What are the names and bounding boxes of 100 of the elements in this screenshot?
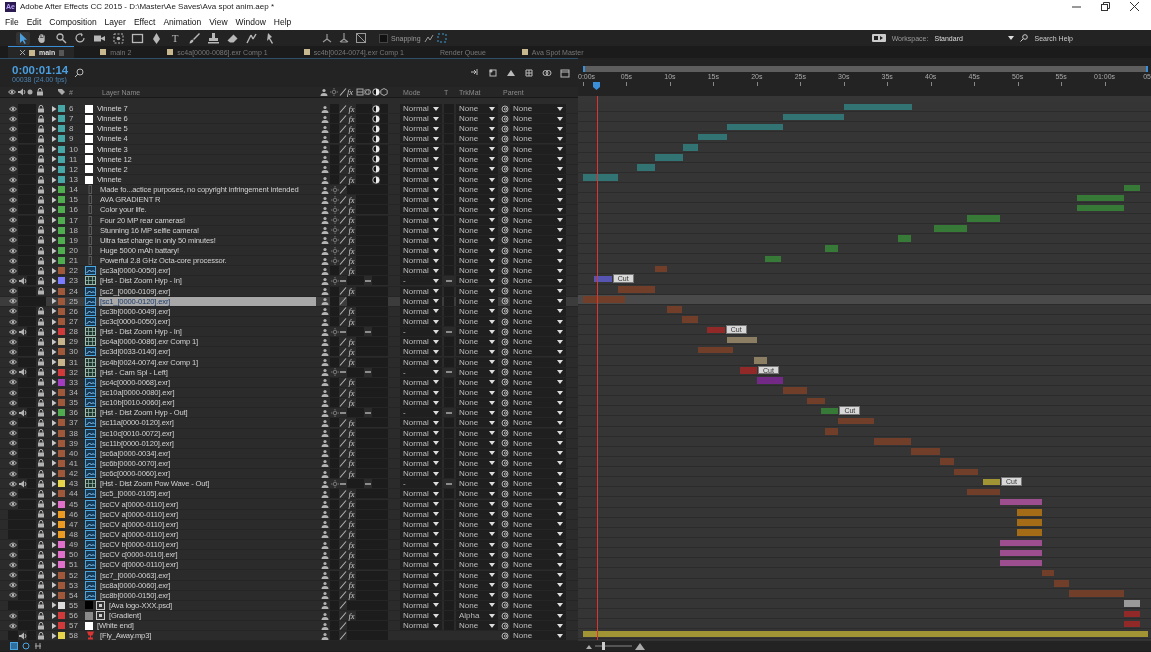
track-matte-dropdown[interactable]: None	[456, 438, 498, 448]
menu-item[interactable]: Animation	[163, 16, 202, 27]
parent-dropdown[interactable]: None	[510, 367, 566, 377]
effect-switch[interactable]: fx	[347, 205, 356, 215]
track-matte-dropdown[interactable]: None	[456, 590, 498, 600]
effect-switch[interactable]: fx	[347, 499, 356, 509]
effect-switch[interactable]: fx	[347, 256, 356, 266]
effect-switch[interactable]: fx	[347, 519, 356, 529]
mode-dropdown[interactable]: Normal	[400, 621, 442, 631]
parent-dropdown[interactable]: None	[510, 377, 566, 387]
parent-dropdown[interactable]: None	[510, 580, 566, 590]
track-matte-dropdown[interactable]: None	[456, 327, 498, 337]
track-matte-dropdown[interactable]: None	[456, 134, 498, 144]
parent-dropdown[interactable]: None	[510, 479, 566, 489]
parent-dropdown[interactable]: None	[510, 499, 566, 509]
track-matte-dropdown[interactable]: None	[456, 154, 498, 164]
parent-dropdown[interactable]: None	[510, 205, 566, 215]
mode-dropdown[interactable]: Normal	[400, 205, 442, 215]
track-matte-dropdown[interactable]: None	[456, 489, 498, 499]
parent-dropdown[interactable]: None	[510, 560, 566, 570]
mode-dropdown[interactable]: Normal	[400, 175, 442, 185]
parent-dropdown[interactable]: None	[510, 398, 566, 408]
track-matte-dropdown[interactable]: None	[456, 367, 498, 377]
parent-dropdown[interactable]: None	[510, 296, 566, 306]
effect-switch[interactable]: fx	[347, 509, 356, 519]
menu-item[interactable]: View	[209, 16, 228, 27]
parent-dropdown[interactable]: None	[510, 519, 566, 529]
track-matte-dropdown[interactable]: None	[456, 448, 498, 458]
parent-dropdown[interactable]: None	[510, 317, 566, 326]
track-matte-dropdown[interactable]: None	[456, 114, 498, 124]
mode-dropdown[interactable]: Normal	[400, 286, 442, 296]
parent-dropdown[interactable]: None	[510, 225, 566, 235]
timecode[interactable]: 0:00:01:14	[12, 63, 74, 76]
mode-dropdown[interactable]: Normal	[400, 235, 442, 245]
parent-dropdown[interactable]: None	[510, 246, 566, 256]
track-matte-dropdown[interactable]: None	[456, 124, 498, 134]
parent-dropdown[interactable]: None	[510, 438, 566, 448]
effect-switch[interactable]: fx	[347, 266, 356, 276]
effect-switch[interactable]: fx	[347, 124, 356, 134]
track-matte-dropdown[interactable]: None	[456, 529, 498, 539]
track-matte-dropdown[interactable]: None	[456, 164, 498, 174]
effect-switch[interactable]: fx	[347, 195, 356, 205]
mode-dropdown[interactable]: Normal	[400, 347, 442, 357]
track-matte-dropdown[interactable]: None	[456, 215, 498, 225]
track-matte-dropdown[interactable]: None	[456, 296, 498, 306]
mode-dropdown[interactable]: -	[400, 367, 442, 377]
effect-switch[interactable]: fx	[347, 459, 356, 468]
parent-dropdown[interactable]: None	[510, 448, 566, 458]
parent-dropdown[interactable]: None	[510, 337, 566, 347]
parent-dropdown[interactable]: None	[510, 185, 566, 195]
menu-item[interactable]: Edit	[26, 16, 42, 27]
mode-dropdown[interactable]: Normal	[400, 469, 442, 479]
effect-switch[interactable]: fx	[347, 438, 356, 448]
track-matte-dropdown[interactable]: None	[456, 580, 498, 590]
effect-switch[interactable]: fx	[347, 104, 356, 114]
track-matte-dropdown[interactable]: None	[456, 388, 498, 397]
track-matte-dropdown[interactable]: None	[456, 621, 498, 631]
track-matte-dropdown[interactable]: None	[456, 205, 498, 215]
parent-dropdown[interactable]: None	[510, 327, 566, 337]
track-matte-dropdown[interactable]: None	[456, 418, 498, 428]
track-matte-dropdown[interactable]: None	[456, 560, 498, 570]
mode-dropdown[interactable]: Normal	[400, 114, 442, 124]
effect-switch[interactable]: fx	[347, 144, 356, 154]
parent-dropdown[interactable]: None	[510, 590, 566, 600]
track-matte-dropdown[interactable]: None	[456, 276, 498, 286]
track-matte-dropdown[interactable]: None	[456, 600, 498, 610]
effect-switch[interactable]: fx	[347, 337, 356, 347]
parent-dropdown[interactable]: None	[510, 256, 566, 266]
effect-switch[interactable]: fx	[347, 114, 356, 124]
mode-dropdown[interactable]: Normal	[400, 337, 442, 347]
track-matte-dropdown[interactable]: None	[456, 104, 498, 114]
effect-switch[interactable]: fx	[347, 347, 356, 357]
parent-dropdown[interactable]: None	[510, 621, 566, 631]
parent-dropdown[interactable]: None	[510, 357, 566, 367]
parent-dropdown[interactable]: None	[510, 276, 566, 286]
mode-dropdown[interactable]: Normal	[400, 428, 442, 438]
effect-switch[interactable]: fx	[347, 388, 356, 397]
mode-dropdown[interactable]: Normal	[400, 438, 442, 448]
track-matte-dropdown[interactable]: None	[456, 398, 498, 408]
track-matte-dropdown[interactable]: None	[456, 509, 498, 519]
parent-dropdown[interactable]: None	[510, 104, 566, 114]
track-matte-dropdown[interactable]: None	[456, 246, 498, 256]
track-matte-dropdown[interactable]: None	[456, 459, 498, 468]
mode-dropdown[interactable]: Normal	[400, 388, 442, 397]
parent-dropdown[interactable]: None	[510, 570, 566, 580]
mode-dropdown[interactable]: Normal	[400, 215, 442, 225]
mode-dropdown[interactable]: Normal	[400, 104, 442, 114]
effect-switch[interactable]: fx	[347, 398, 356, 408]
mode-dropdown[interactable]: Normal	[400, 225, 442, 235]
effect-switch[interactable]: fx	[347, 154, 356, 164]
track-matte-dropdown[interactable]: None	[456, 306, 498, 316]
parent-dropdown[interactable]: None	[510, 459, 566, 468]
effect-switch[interactable]: fx	[347, 317, 356, 326]
mode-dropdown[interactable]: Normal	[400, 134, 442, 144]
effect-switch[interactable]: fx	[347, 215, 356, 225]
mode-dropdown[interactable]: Normal	[400, 256, 442, 266]
parent-dropdown[interactable]: None	[510, 418, 566, 428]
track-matte-dropdown[interactable]: None	[456, 479, 498, 489]
mode-dropdown[interactable]: Normal	[400, 448, 442, 458]
effect-switch[interactable]: fx	[347, 560, 356, 570]
